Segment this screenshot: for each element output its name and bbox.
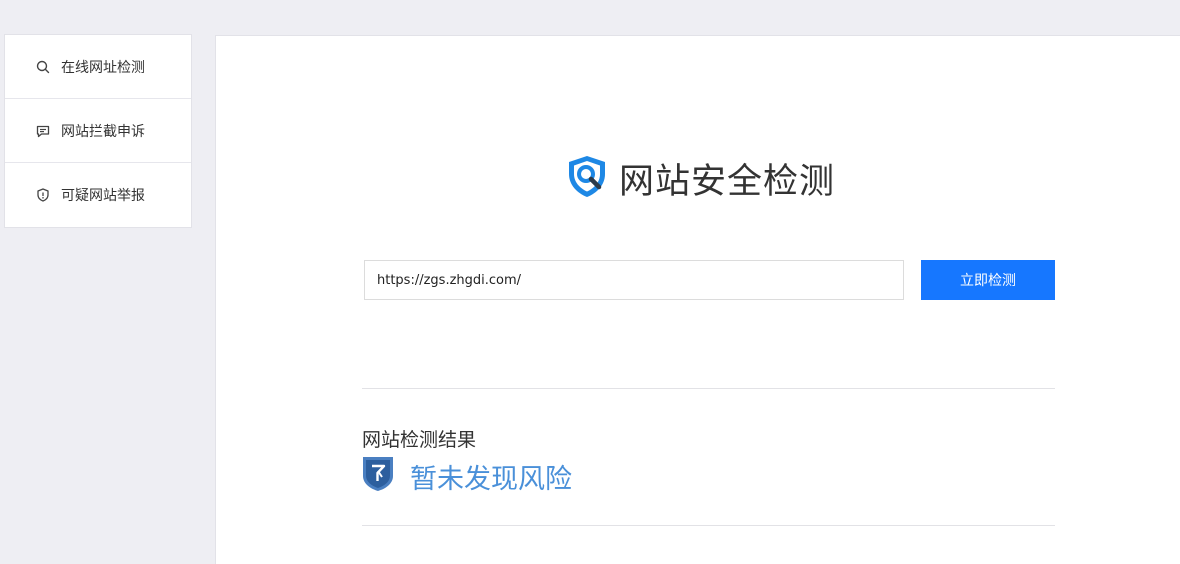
sidebar-item-report[interactable]: 可疑网站举报: [5, 163, 191, 227]
safe-shield-icon: [362, 456, 394, 496]
result-status: 暂未发现风险: [410, 463, 572, 495]
divider: [362, 525, 1055, 526]
sidebar-item-appeal[interactable]: 网站拦截申诉: [5, 99, 191, 163]
sidebar-item-label: 网站拦截申诉: [61, 123, 145, 140]
result-status-row: 暂未发现风险: [362, 456, 572, 496]
logo: 网站安全检测: [563, 152, 835, 204]
logo-title: 网站安全检测: [619, 161, 836, 202]
sidebar-item-url-check[interactable]: 在线网址检测: [5, 35, 191, 99]
chat-icon: [35, 123, 51, 139]
check-now-button[interactable]: 立即检测: [921, 260, 1055, 300]
sidebar-item-label: 在线网址检测: [61, 59, 145, 76]
main-panel: 网站安全检测 立即检测 网站检测结果 暂未发现风险: [215, 35, 1180, 564]
url-input[interactable]: [364, 260, 904, 300]
shield-search-icon: [563, 152, 611, 204]
shield-alert-icon: [35, 187, 51, 203]
divider: [362, 388, 1055, 389]
result-heading: 网站检测结果: [362, 429, 477, 451]
sidebar: 在线网址检测 网站拦截申诉 可疑网站举报: [4, 34, 192, 228]
search-icon: [35, 59, 51, 75]
sidebar-item-label: 可疑网站举报: [61, 188, 145, 204]
